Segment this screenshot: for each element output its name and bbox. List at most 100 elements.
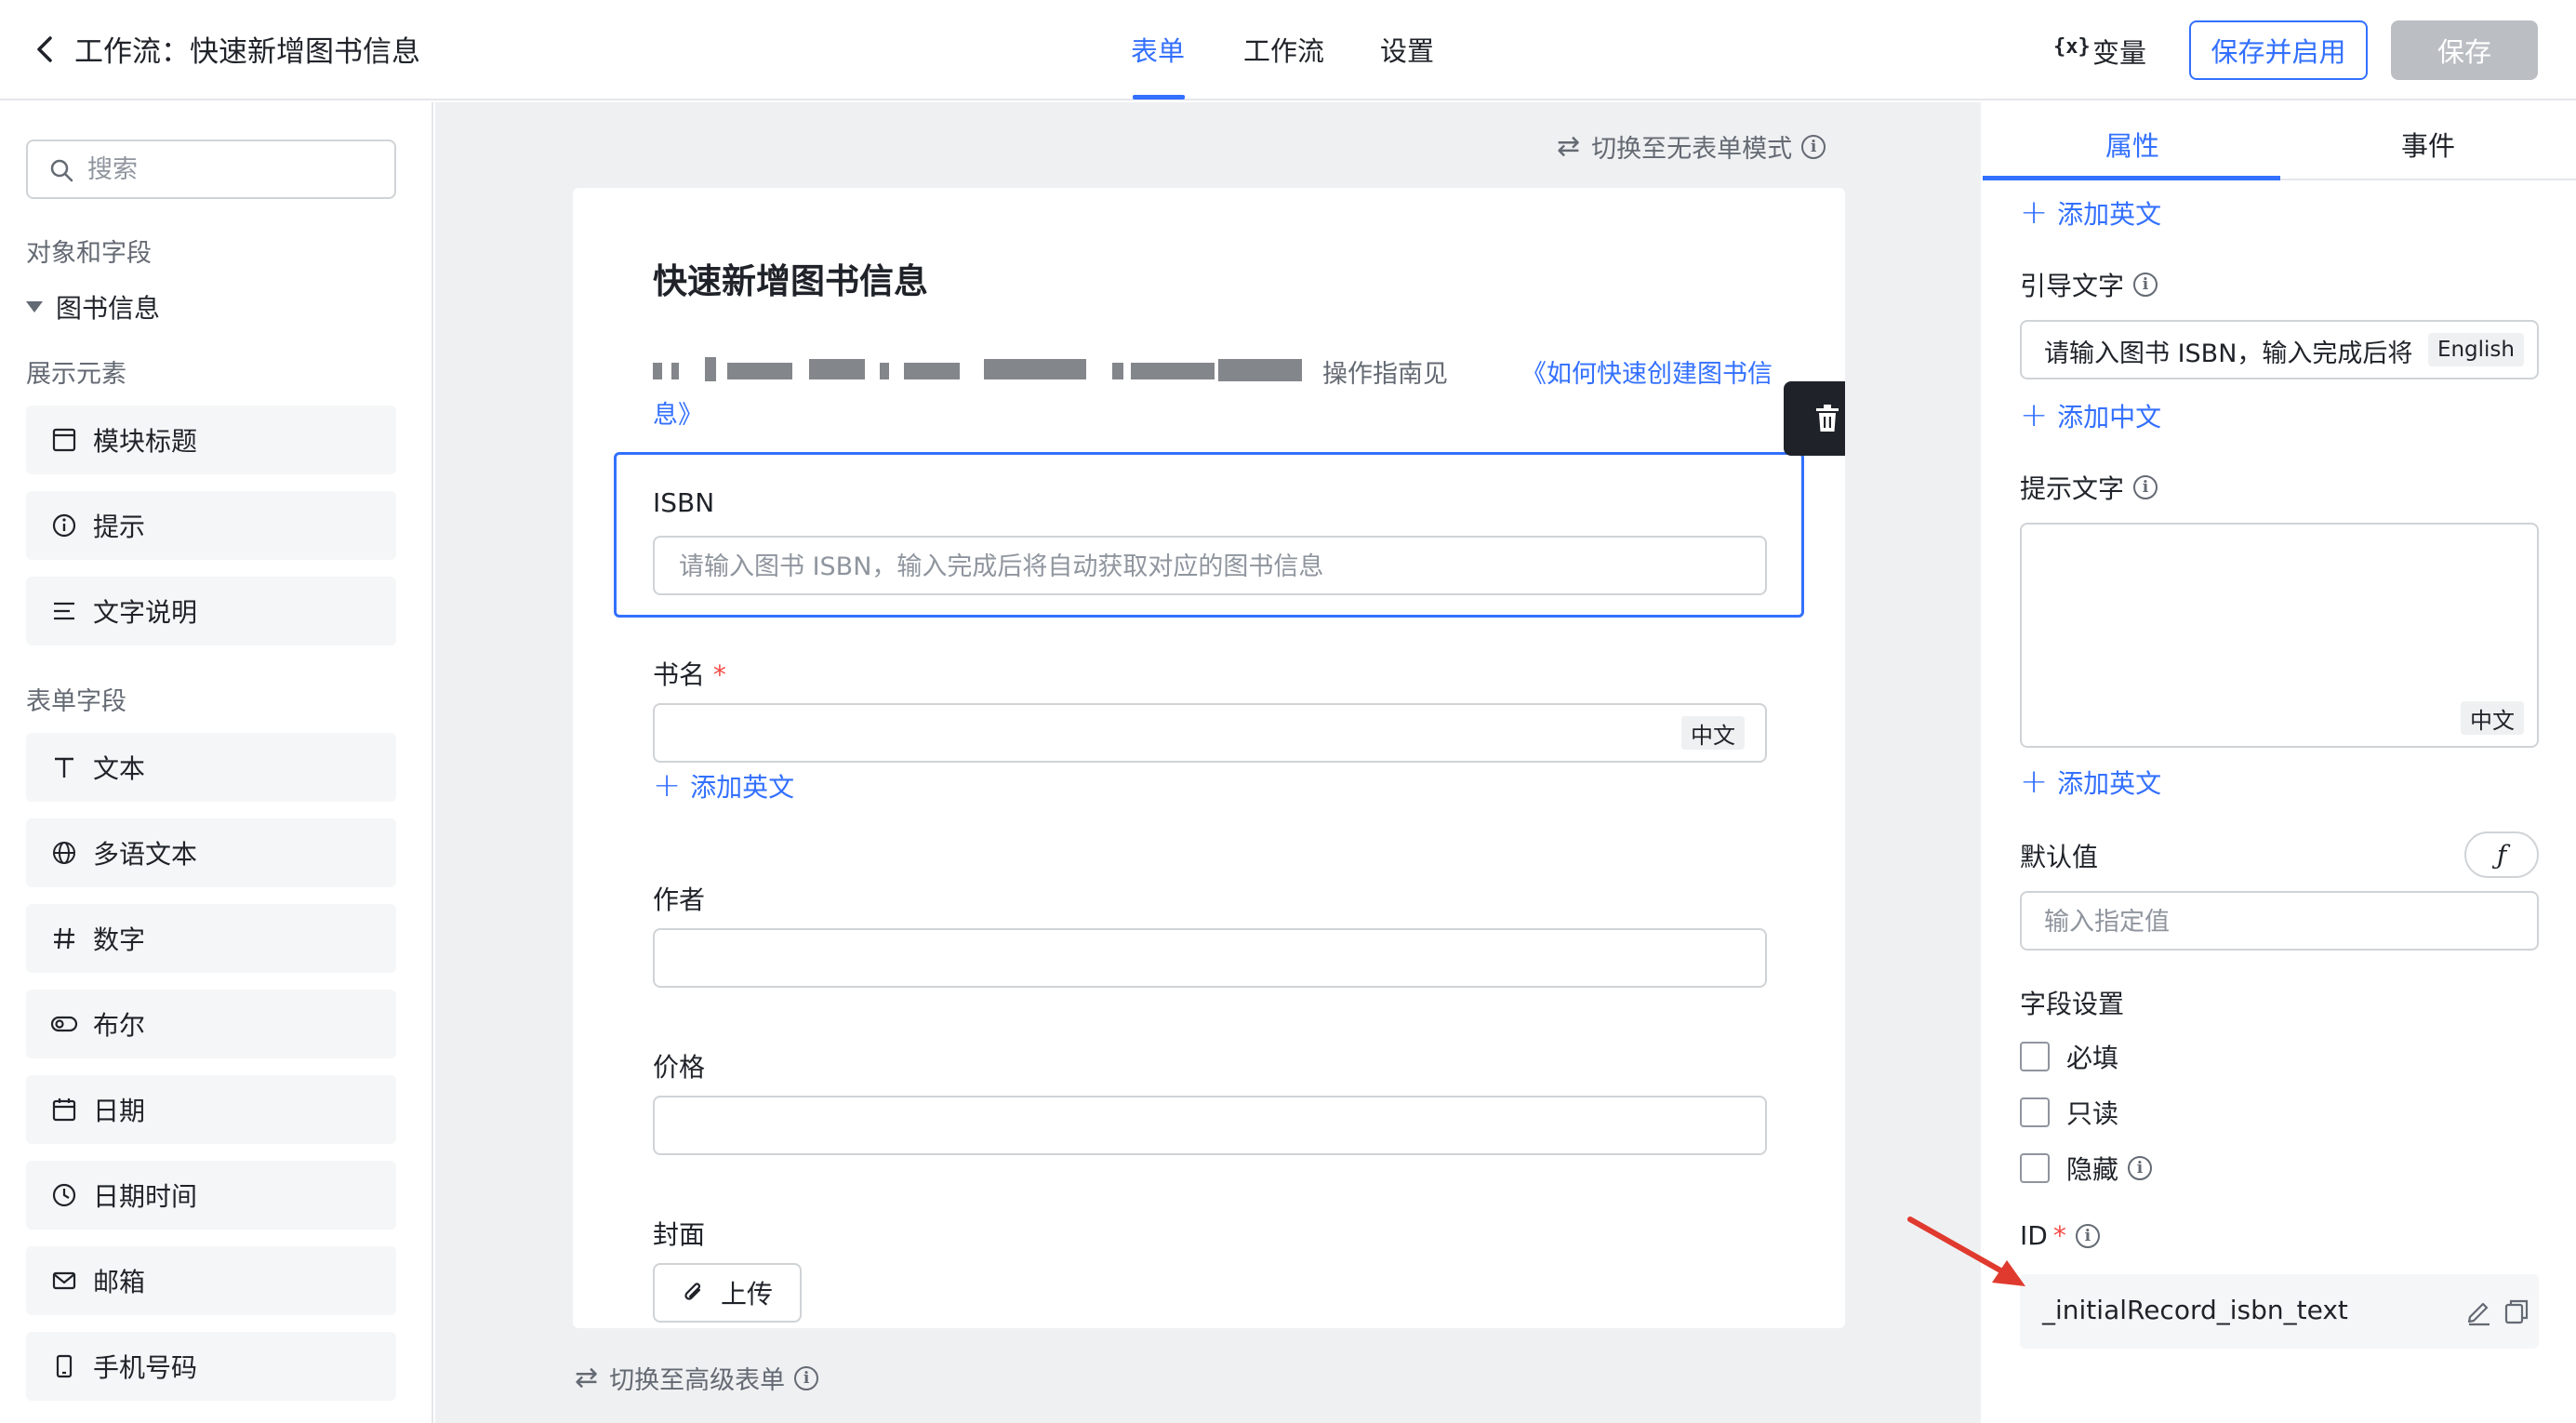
paperclip-icon xyxy=(684,1283,701,1300)
switch-to-no-form-mode[interactable]: ⇄ 切换至无表单模式 i xyxy=(1557,128,1826,165)
guide-text-label-text: 引导文字 xyxy=(2020,271,2125,301)
component-datetime[interactable]: 日期时间 xyxy=(26,1161,396,1230)
search-input[interactable] xyxy=(87,153,385,186)
hidden-checkbox[interactable] xyxy=(2020,1153,2050,1183)
active-tab-indicator xyxy=(1983,176,2280,180)
component-boolean[interactable]: 布尔 xyxy=(26,990,396,1058)
form-canvas: ⇄ 切换至无表单模式 i 快速新增图书信息 操作指南见 《如何快速创建图书信 息… xyxy=(435,102,1981,1423)
tree-node-book-info[interactable]: 图书信息 xyxy=(26,288,160,326)
hint-text-label-text: 提示文字 xyxy=(2020,473,2125,504)
add-english-link[interactable]: + 添加英文 xyxy=(2020,763,2161,801)
price-field[interactable] xyxy=(653,1096,1767,1155)
guide-link[interactable]: 《如何快速创建图书信 xyxy=(1521,353,1773,390)
guide-link-continued[interactable]: 息》 xyxy=(653,394,703,431)
variable-icon[interactable]: {x} xyxy=(2053,35,2091,59)
component-label: 文字说明 xyxy=(93,597,198,628)
search-box[interactable] xyxy=(26,140,396,199)
calendar-icon xyxy=(50,1096,78,1124)
section-display-label: 展示元素 xyxy=(26,360,126,389)
add-english-label: 添加英文 xyxy=(2057,767,2162,799)
book-name-input[interactable] xyxy=(679,716,1702,751)
id-value: _initialRecord_isbn_text xyxy=(2042,1295,2348,1325)
globe-icon xyxy=(50,839,78,867)
lang-tag-chinese: 中文 xyxy=(2461,701,2524,735)
top-header: 工作流：快速新增图书信息 表单 工作流 设置 {x} 变量 保存并启用 保存 xyxy=(0,0,2576,100)
edit-icon[interactable] xyxy=(2464,1297,2494,1326)
add-chinese-link[interactable]: + 添加中文 xyxy=(2020,396,2161,434)
component-multilang-text[interactable]: 多语文本 xyxy=(26,818,396,887)
trash-icon xyxy=(1816,405,1839,432)
component-phone[interactable]: 手机号码 xyxy=(26,1332,396,1401)
tab-events[interactable]: 事件 xyxy=(2401,125,2455,164)
required-checkbox[interactable] xyxy=(2020,1042,2050,1071)
component-label: 提示 xyxy=(93,512,146,542)
form-card: 快速新增图书信息 操作指南见 《如何快速创建图书信 息》 ISBN 请输入图书 … xyxy=(573,188,1845,1328)
active-tab-indicator xyxy=(1133,95,1185,100)
save-and-enable-button[interactable]: 保存并启用 xyxy=(2189,20,2368,80)
isbn-label: ISBN xyxy=(653,487,715,518)
section-objects-label: 对象和字段 xyxy=(26,239,152,268)
component-module-title[interactable]: 模块标题 xyxy=(26,406,396,474)
switch-to-advanced-form[interactable]: ⇄ 切换至高级表单 i xyxy=(575,1360,819,1396)
plus-icon: + xyxy=(2020,763,2049,801)
component-tip[interactable]: 提示 xyxy=(26,491,396,560)
switch-label: 切换至无表单模式 xyxy=(1591,135,1793,164)
component-label: 数字 xyxy=(93,924,146,955)
add-english-link[interactable]: + 添加英文 xyxy=(653,766,794,805)
hidden-checkbox-row[interactable]: 隐藏 i xyxy=(2020,1150,2153,1187)
mail-icon xyxy=(50,1267,78,1295)
copy-icon[interactable] xyxy=(2502,1297,2531,1326)
hash-icon xyxy=(50,924,78,952)
caret-down-icon xyxy=(26,301,43,313)
checkbox-label: 隐藏 xyxy=(2066,1154,2119,1185)
isbn-field[interactable] xyxy=(653,536,1767,595)
guide-text-input[interactable] xyxy=(2044,333,2435,368)
required-checkbox-row[interactable]: 必填 xyxy=(2020,1038,2118,1075)
author-field[interactable] xyxy=(653,928,1767,988)
tab-properties[interactable]: 属性 xyxy=(2105,125,2159,164)
hint-text-area[interactable]: 中文 xyxy=(2020,523,2539,748)
component-label: 手机号码 xyxy=(93,1352,198,1383)
readonly-checkbox[interactable] xyxy=(2020,1097,2050,1127)
lang-tag-chinese: 中文 xyxy=(1681,716,1745,750)
guide-text-label: 引导文字 i xyxy=(2020,266,2158,303)
component-text[interactable]: 文本 xyxy=(26,733,396,802)
form-title: 快速新增图书信息 xyxy=(653,261,928,301)
lang-tag-english: English xyxy=(2427,333,2524,366)
book-name-field[interactable]: 中文 xyxy=(653,703,1767,763)
switch-label: 切换至高级表单 xyxy=(609,1366,786,1395)
text-t-icon xyxy=(50,753,78,781)
price-input[interactable] xyxy=(679,1109,1702,1144)
component-label: 日期 xyxy=(93,1096,146,1126)
upload-button[interactable]: 上传 xyxy=(653,1263,802,1323)
component-label: 多语文本 xyxy=(93,839,198,870)
isbn-input[interactable] xyxy=(679,549,1702,584)
tab-settings[interactable]: 设置 xyxy=(1380,30,1434,69)
readonly-checkbox-row[interactable]: 只读 xyxy=(2020,1094,2118,1131)
formula-button[interactable]: ƒ xyxy=(2464,831,2539,878)
author-input[interactable] xyxy=(679,941,1702,977)
hint-text-label: 提示文字 i xyxy=(2020,469,2158,506)
default-value-field[interactable] xyxy=(2020,891,2539,951)
tab-form[interactable]: 表单 xyxy=(1131,30,1185,69)
component-email[interactable]: 邮箱 xyxy=(26,1246,396,1315)
chevron-left-icon[interactable] xyxy=(33,35,58,63)
add-chinese-label: 添加中文 xyxy=(2057,401,2162,432)
component-date[interactable]: 日期 xyxy=(26,1075,396,1144)
default-value-input[interactable] xyxy=(2044,904,2435,939)
component-number[interactable]: 数字 xyxy=(26,904,396,973)
info-icon: i xyxy=(2133,273,2158,297)
page-title: 工作流：快速新增图书信息 xyxy=(74,35,420,69)
save-button[interactable]: 保存 xyxy=(2391,20,2538,80)
variables-button[interactable]: 变量 xyxy=(2092,32,2146,71)
delete-field-button[interactable] xyxy=(1784,381,1845,456)
blurred-description xyxy=(653,355,1304,387)
book-name-label-text: 书名 xyxy=(653,659,706,690)
guide-text-field[interactable]: English xyxy=(2020,320,2539,379)
component-text-description[interactable]: 文字说明 xyxy=(26,577,396,645)
checkbox-label: 只读 xyxy=(2066,1098,2119,1129)
add-english-link[interactable]: + 添加英文 xyxy=(2020,193,2161,232)
tab-workflow[interactable]: 工作流 xyxy=(1243,30,1324,69)
component-label: 日期时间 xyxy=(93,1181,198,1212)
swap-icon: ⇄ xyxy=(1557,130,1581,163)
